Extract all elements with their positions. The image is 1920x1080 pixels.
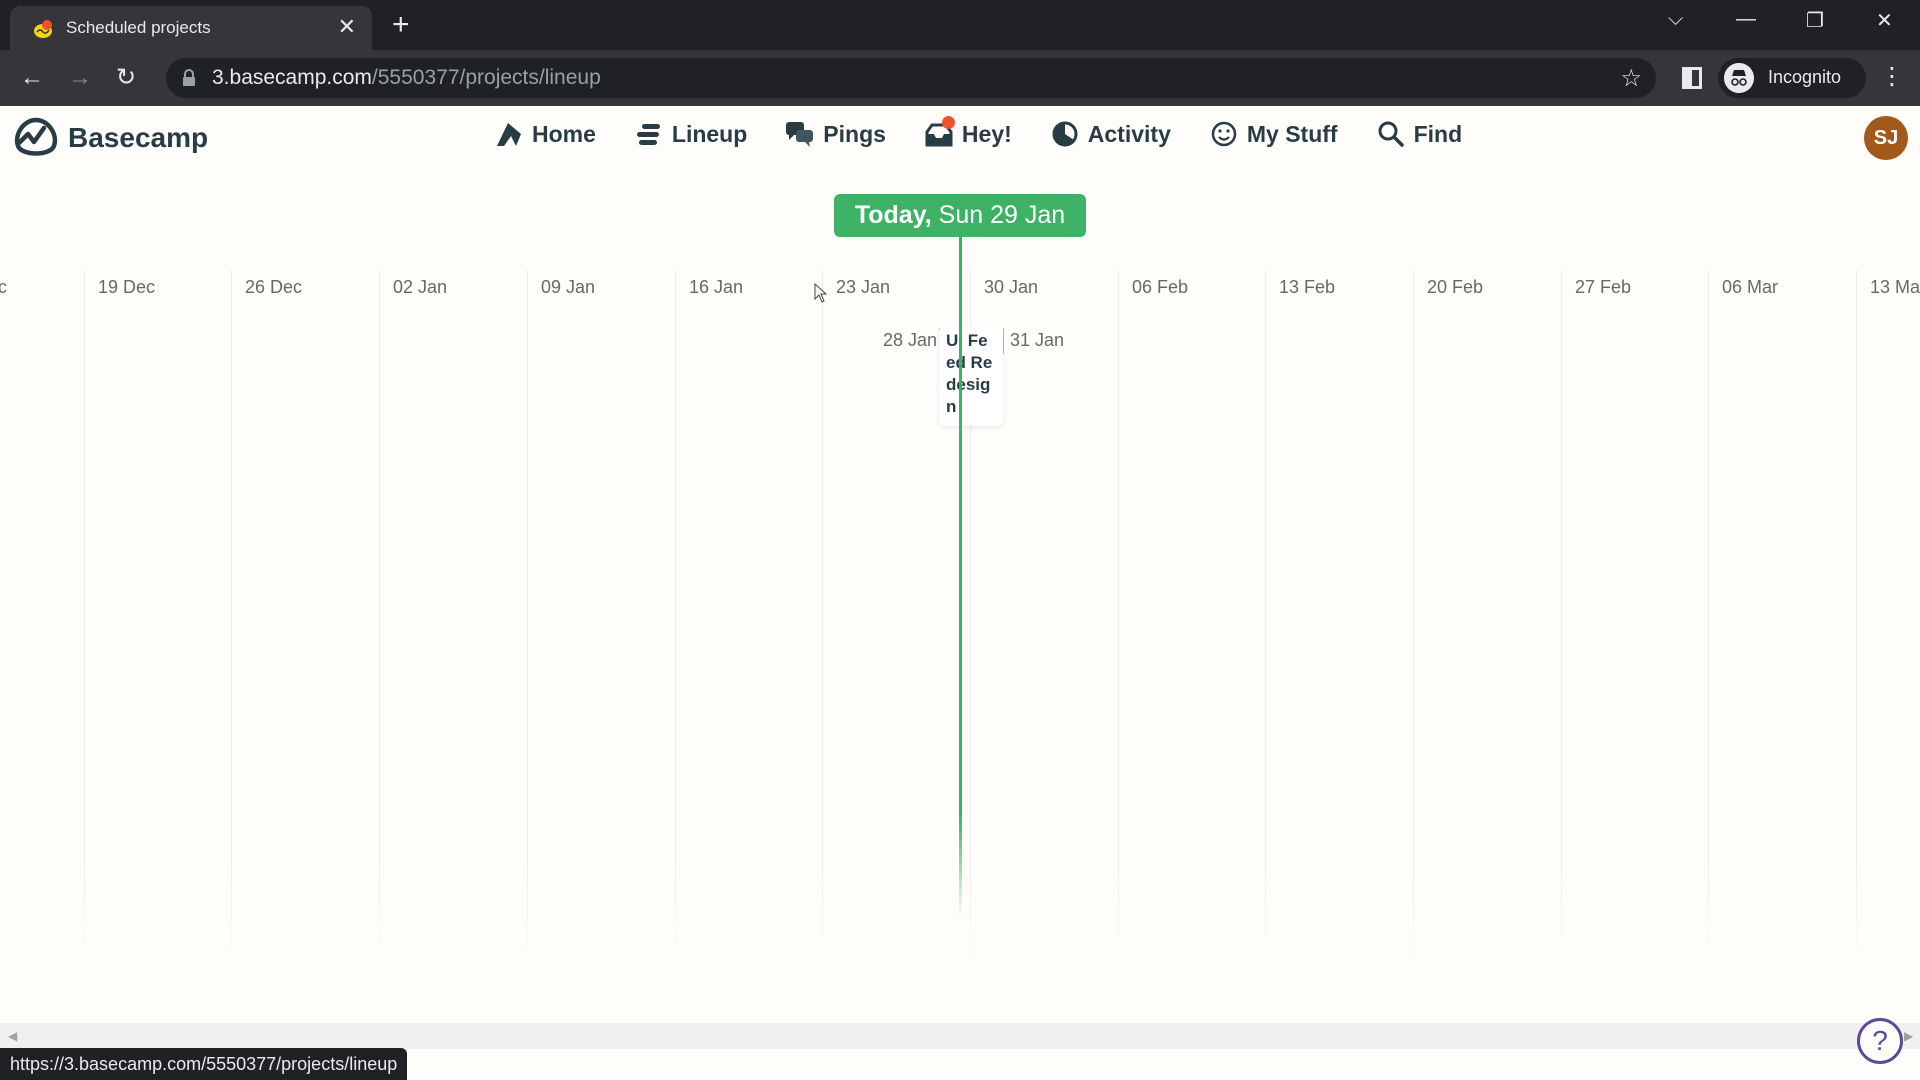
week-gridline xyxy=(1561,270,1562,970)
my-stuff-icon xyxy=(1211,121,1237,147)
project-end-label: 31 Jan xyxy=(1010,330,1065,350)
reload-icon[interactable]: ↻ xyxy=(116,64,136,92)
week-label: 23 Jan xyxy=(836,277,891,297)
nav-home-label: Home xyxy=(532,120,596,147)
lineup-icon xyxy=(636,124,660,145)
logo-text: Basecamp xyxy=(68,122,209,153)
week-gridline xyxy=(822,270,823,970)
week-gridline xyxy=(1265,270,1266,970)
nav-home[interactable]: Home xyxy=(494,120,596,148)
week-label: 06 Mar xyxy=(1722,277,1779,297)
bookmark-star-icon[interactable]: ☆ xyxy=(1620,64,1642,93)
week-label: 26 Dec xyxy=(245,277,303,297)
tab-title: Scheduled projects xyxy=(66,18,211,37)
basecamp-logo[interactable]: Basecamp xyxy=(12,116,208,160)
week-label: 13 Feb xyxy=(1279,277,1336,297)
nav-find-label: Find xyxy=(1413,120,1463,147)
back-arrow-icon[interactable]: ← xyxy=(20,64,44,92)
main-nav: Home Lineup Pings Hey! Activity My Stuff… xyxy=(494,116,1500,148)
week-label: 06 Feb xyxy=(1132,277,1189,297)
week-gridline xyxy=(1118,270,1119,970)
url-host: 3.basecamp.com xyxy=(212,66,372,89)
lock-icon xyxy=(183,69,195,86)
week-label: 30 Jan xyxy=(984,277,1039,297)
nav-hey[interactable]: Hey! xyxy=(924,116,1012,148)
week-gridline xyxy=(527,270,528,970)
today-badge[interactable]: Today, Sun 29 Jan xyxy=(834,194,1086,237)
notification-dot xyxy=(941,116,955,129)
close-window-button[interactable]: ✕ xyxy=(1876,8,1893,33)
week-gridline xyxy=(675,270,676,970)
week-label: 02 Jan xyxy=(393,277,448,297)
incognito-label: Incognito xyxy=(1768,67,1842,87)
pings-icon xyxy=(786,122,814,147)
basecamp-header: Basecamp Home Lineup Pings Hey! Activity… xyxy=(0,106,1920,170)
project-end-tick xyxy=(1003,328,1004,354)
today-prefix: Today, xyxy=(854,201,932,229)
browser-menu-icon[interactable]: ⋮ xyxy=(1880,64,1904,90)
forward-arrow-icon[interactable]: → xyxy=(68,64,92,92)
incognito-profile-button[interactable]: Incognito xyxy=(1718,58,1866,98)
tab-search-chevron-icon[interactable]: ⌵ xyxy=(1668,8,1683,31)
week-label: 19 Dec xyxy=(98,277,156,297)
nav-pings[interactable]: Pings xyxy=(785,120,886,148)
incognito-icon xyxy=(1724,63,1754,93)
week-label: 13 Mar xyxy=(1870,277,1920,297)
week-label: 09 Jan xyxy=(541,277,596,297)
lineup-timeline: 12 Dec 19 Dec 26 Dec 02 Jan 09 Jan 16 Jan 23 J… xyxy=(0,170,1920,1022)
status-bar-url: https://3.basecamp.com/5550377/projects/… xyxy=(0,1048,408,1080)
browser-tab-bar: Scheduled projects ✕ + ⌵ — ❐ ✕ xyxy=(0,0,1920,50)
horizontal-scrollbar[interactable]: ◀ ▶ xyxy=(0,1023,1920,1049)
week-gridline xyxy=(1413,270,1414,970)
find-icon xyxy=(1378,121,1404,147)
week-gridline xyxy=(84,270,85,970)
project-card[interactable]: UI Feed Redesign xyxy=(939,326,1003,426)
nav-activity-label: Activity xyxy=(1087,120,1171,147)
nav-hey-label: Hey! xyxy=(961,120,1012,147)
url-text: 3.basecamp.com/5550377/projects/lineup xyxy=(212,66,601,90)
week-label: 20 Feb xyxy=(1427,277,1484,297)
mouse-cursor-icon xyxy=(814,283,828,303)
side-panel-icon[interactable] xyxy=(1682,67,1702,89)
week-label: 12 Dec xyxy=(0,277,8,297)
today-date: Sun 29 Jan xyxy=(938,201,1066,229)
nav-lineup-label: Lineup xyxy=(671,120,748,147)
new-tab-button[interactable]: + xyxy=(392,10,410,40)
project-start-label: 28 Jan xyxy=(883,330,938,350)
week-gridline xyxy=(231,270,232,970)
help-button[interactable]: ? xyxy=(1857,1018,1903,1064)
avatar[interactable]: SJ xyxy=(1864,116,1908,160)
url-path: /5550377/projects/lineup xyxy=(371,66,601,89)
scroll-right-arrow-icon[interactable]: ▶ xyxy=(1904,1029,1913,1043)
restore-button[interactable]: ❐ xyxy=(1806,8,1824,33)
today-line xyxy=(959,237,962,917)
scroll-left-arrow-icon[interactable]: ◀ xyxy=(8,1029,17,1043)
week-gridline xyxy=(379,270,380,970)
week-gridline xyxy=(1708,270,1709,970)
nav-activity[interactable]: Activity xyxy=(1050,120,1171,148)
tab-close-icon[interactable]: ✕ xyxy=(338,15,356,39)
address-bar[interactable]: 3.basecamp.com/5550377/projects/lineup ☆ xyxy=(166,58,1656,98)
nav-find[interactable]: Find xyxy=(1376,120,1463,148)
browser-tab[interactable]: Scheduled projects ✕ xyxy=(10,6,372,50)
minimize-button[interactable]: — xyxy=(1736,8,1756,31)
week-gridline xyxy=(1856,270,1857,970)
browser-toolbar: ← → ↻ 3.basecamp.com/5550377/projects/li… xyxy=(0,50,1920,106)
nav-lineup[interactable]: Lineup xyxy=(634,120,747,148)
basecamp-logo-icon xyxy=(14,117,58,156)
activity-icon xyxy=(1052,121,1078,147)
nav-pings-label: Pings xyxy=(823,120,886,147)
home-icon xyxy=(497,123,521,146)
week-label: 27 Feb xyxy=(1575,277,1632,297)
basecamp-favicon-icon xyxy=(34,20,52,38)
week-label: 16 Jan xyxy=(689,277,744,297)
nav-my-stuff[interactable]: My Stuff xyxy=(1209,120,1338,148)
nav-my-stuff-label: My Stuff xyxy=(1246,120,1338,147)
